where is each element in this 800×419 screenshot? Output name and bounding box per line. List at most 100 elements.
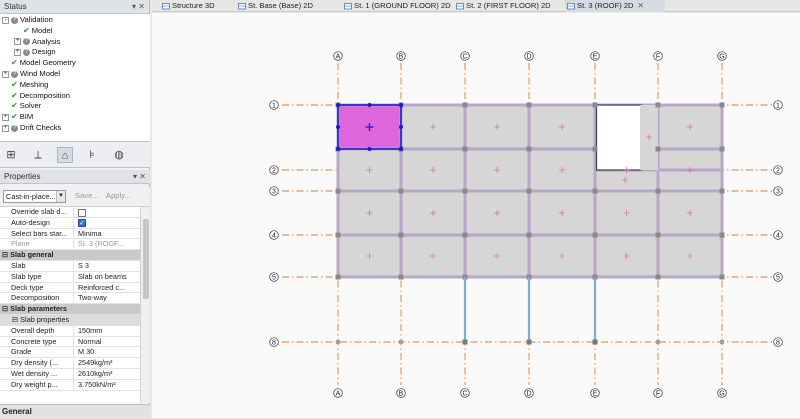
- status-tree-item[interactable]: -? Validation: [2, 15, 53, 26]
- scrollbar-thumb[interactable]: [143, 219, 149, 299]
- property-subcategory[interactable]: ⊟ Slab properties: [0, 315, 140, 326]
- expand-icon[interactable]: +: [2, 70, 9, 78]
- column-node[interactable]: [462, 146, 468, 152]
- expand-icon[interactable]: +: [2, 113, 9, 121]
- properties-icon[interactable]: ⌂: [57, 147, 73, 163]
- status-tree-item[interactable]: + ✔ BIM: [2, 112, 33, 123]
- property-value[interactable]: Normal: [76, 337, 140, 348]
- status-tree[interactable]: -? Validation ✔ Model +? Analysis +? Design ✔ Mod…: [0, 14, 150, 142]
- property-value[interactable]: 3.750kN/m²: [76, 380, 140, 391]
- property-grid-scrollbar[interactable]: [140, 207, 150, 403]
- property-row[interactable]: Overall depth 150mm: [0, 325, 140, 337]
- status-tree-item[interactable]: +? Analysis: [14, 37, 60, 48]
- column-node[interactable]: [526, 188, 532, 194]
- property-value[interactable]: Two-way: [76, 293, 140, 304]
- column-node[interactable]: [592, 102, 598, 108]
- floor-plan-canvas[interactable]: A A B B C C D D E E F F G G 1 1 2 2 3 3 4 4 5 5 8 8: [152, 13, 800, 418]
- property-row[interactable]: Wet density ... 2610kg/m³: [0, 369, 140, 380]
- property-row[interactable]: Grade M 30: [0, 347, 140, 359]
- property-row[interactable]: Decomposition Two-way: [0, 293, 140, 305]
- column-node[interactable]: [592, 232, 598, 238]
- column-node[interactable]: [335, 232, 341, 238]
- column-node[interactable]: [398, 188, 404, 194]
- column-node[interactable]: [719, 146, 725, 152]
- status-tree-item[interactable]: ✔ Model Geometry: [2, 58, 76, 69]
- column-node[interactable]: [719, 232, 725, 238]
- property-value[interactable]: Slab on beams: [76, 272, 140, 283]
- column-node[interactable]: [719, 102, 725, 108]
- property-row[interactable]: Concrete type Normal: [0, 336, 140, 348]
- property-value[interactable]: 2610kg/m³: [76, 369, 140, 380]
- property-row[interactable]: Select bars star... Minima: [0, 228, 140, 240]
- apply-button[interactable]: Apply...: [106, 191, 131, 200]
- column-node[interactable]: [526, 232, 532, 238]
- property-row[interactable]: Deck type Reinforced c...: [0, 282, 140, 294]
- selection-grip[interactable]: [367, 147, 372, 151]
- view-tab[interactable]: St. Base (Base) 2D: [236, 0, 336, 12]
- status-tree-item[interactable]: +? Drift Checks: [2, 123, 61, 134]
- property-value[interactable]: M 30: [76, 347, 140, 358]
- view-tab[interactable]: St. 1 (GROUND FLOOR) 2D: [342, 0, 451, 12]
- status-tree-item[interactable]: ✔ Meshing: [2, 80, 48, 91]
- expand-icon[interactable]: +: [14, 48, 21, 56]
- selection-grip[interactable]: [367, 103, 372, 107]
- selection-grip[interactable]: [399, 103, 403, 107]
- slab-opening[interactable]: [595, 104, 643, 171]
- property-row[interactable]: Dry density (... 2549kg/m³: [0, 358, 140, 369]
- property-row[interactable]: Dry weight p... 3.750kN/m²: [0, 379, 140, 391]
- property-category[interactable]: ⊟ Slab parameters: [0, 304, 140, 315]
- selection-grip[interactable]: [336, 125, 340, 129]
- property-value[interactable]: 2549kg/m³: [76, 358, 140, 369]
- status-panel-controls[interactable]: ▾ ✕: [132, 0, 145, 14]
- expand-icon[interactable]: +: [2, 124, 9, 132]
- property-value[interactable]: [76, 207, 140, 218]
- expand-icon[interactable]: +: [14, 38, 21, 46]
- column-node[interactable]: [655, 232, 661, 238]
- property-checkbox[interactable]: ✓: [78, 219, 86, 228]
- column-node[interactable]: [335, 188, 341, 194]
- load-icon[interactable]: ⟂: [30, 147, 46, 163]
- property-row[interactable]: Auto-design ✓: [0, 217, 140, 229]
- status-tree-item[interactable]: ✔ Decomposition: [2, 91, 70, 102]
- column-node[interactable]: [462, 102, 468, 108]
- property-row[interactable]: Slab S 3: [0, 261, 140, 272]
- column-node[interactable]: [719, 188, 725, 194]
- collapse-icon[interactable]: -: [2, 16, 9, 24]
- status-tree-item[interactable]: +? Wind Model: [2, 69, 60, 80]
- column-node[interactable]: [462, 339, 468, 345]
- column-node[interactable]: [655, 146, 661, 152]
- column-node[interactable]: [526, 102, 532, 108]
- view-tab[interactable]: Structure 3D: [160, 0, 228, 12]
- property-category[interactable]: ⊟ Slab general: [0, 250, 140, 261]
- property-value[interactable]: Minima: [76, 229, 140, 240]
- column-node[interactable]: [462, 188, 468, 194]
- property-row[interactable]: Override slab d...: [0, 207, 140, 218]
- structure-icon[interactable]: ⊞: [3, 147, 19, 163]
- status-tree-item[interactable]: +? Design: [14, 47, 56, 58]
- slab-type-combo[interactable]: Cast-in-place... ▼: [3, 190, 66, 203]
- property-value[interactable]: S 3: [76, 261, 140, 272]
- column-node[interactable]: [526, 339, 532, 345]
- view-tab[interactable]: St. 2 (FIRST FLOOR) 2D: [454, 0, 559, 12]
- property-value[interactable]: St. 3 (ROOF...: [76, 239, 140, 250]
- status-tree-item[interactable]: ✔ Solver: [2, 101, 41, 112]
- selection-grip[interactable]: [336, 103, 340, 107]
- selection-grip[interactable]: [399, 125, 403, 129]
- view-tab[interactable]: St. 3 (ROOF) 2D ✕: [565, 0, 665, 12]
- column-node[interactable]: [592, 146, 598, 152]
- close-icon[interactable]: ✕: [638, 1, 644, 10]
- column-node[interactable]: [398, 232, 404, 238]
- column-node[interactable]: [719, 274, 725, 280]
- globe-icon[interactable]: ◍: [111, 147, 127, 163]
- column-node[interactable]: [655, 274, 661, 280]
- properties-panel-controls[interactable]: ▾ ✕: [133, 170, 146, 184]
- selection-grip[interactable]: [399, 147, 403, 151]
- selection-grip[interactable]: [336, 147, 340, 151]
- chevron-down-icon[interactable]: ▼: [56, 191, 65, 202]
- column-node[interactable]: [592, 188, 598, 194]
- property-checkbox[interactable]: [78, 208, 86, 217]
- drawing-viewport[interactable]: A A B B C C D D E E F F G G 1 1 2 2 3 3 4 4 5 5 8 8: [152, 13, 800, 418]
- column-node[interactable]: [655, 102, 661, 108]
- property-value[interactable]: 150mm: [76, 326, 140, 337]
- save-button[interactable]: Save...: [75, 191, 99, 200]
